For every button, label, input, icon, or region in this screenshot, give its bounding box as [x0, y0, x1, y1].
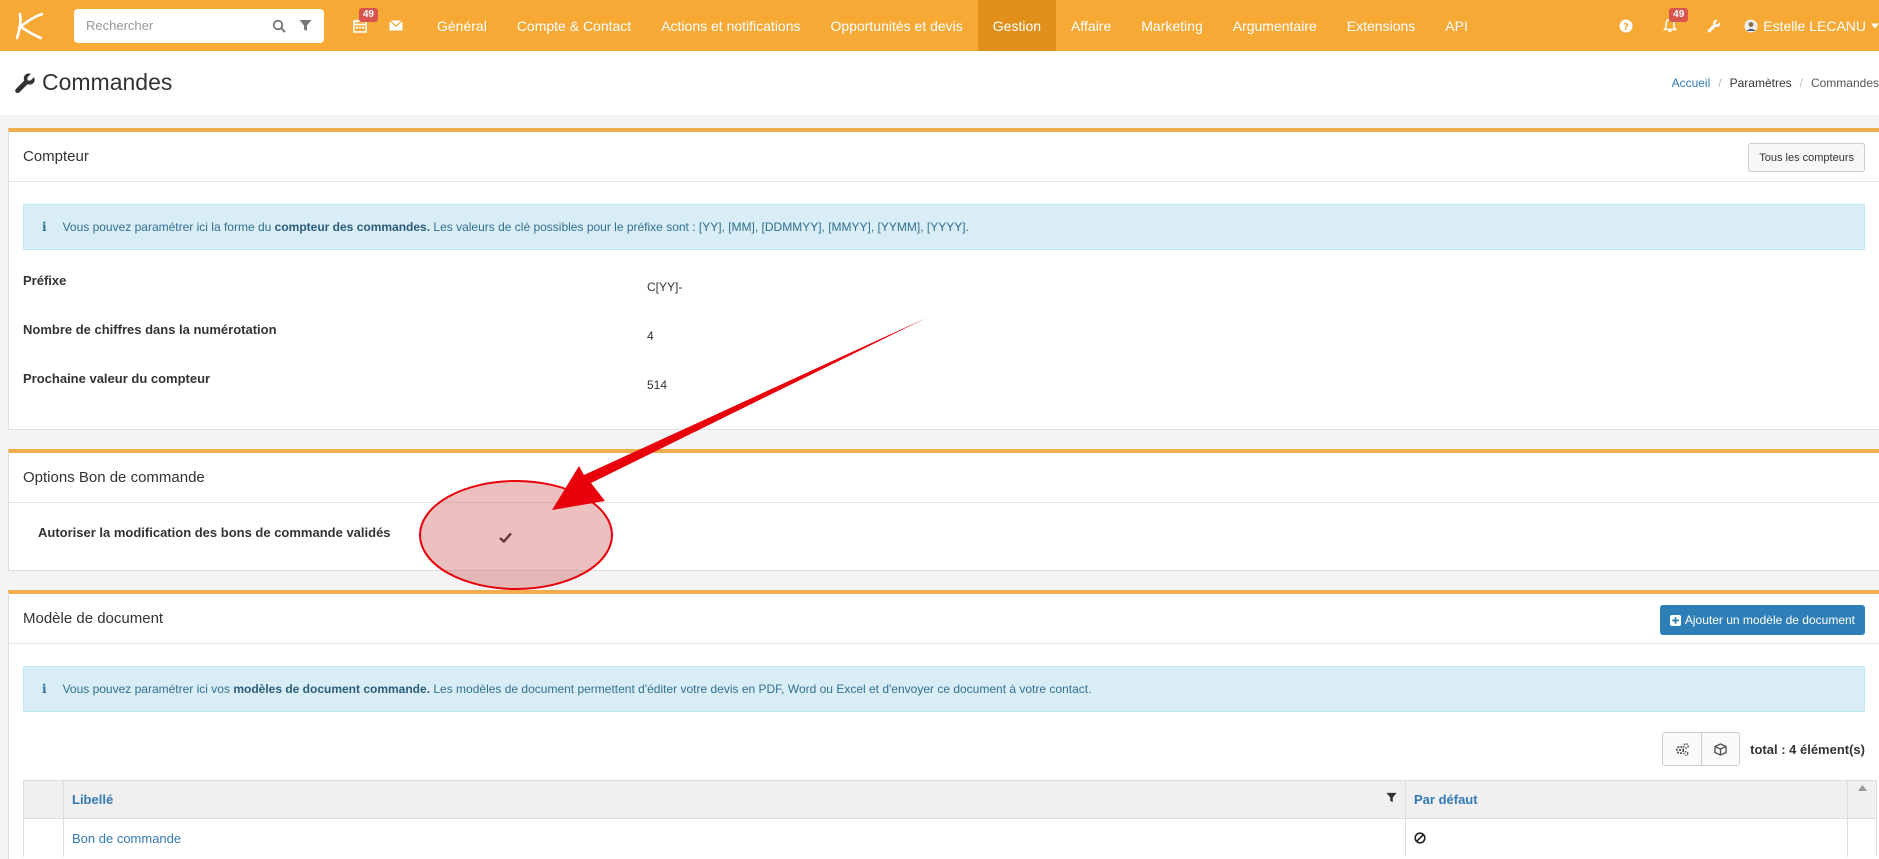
table-row[interactable]: Bon de commande: [24, 819, 1876, 857]
menu-opportunites-devis[interactable]: Opportunités et devis: [816, 0, 978, 51]
mail-nav[interactable]: [378, 0, 414, 51]
digits-label: Nombre de chiffres dans la numérotation: [23, 322, 277, 337]
calendar-nav[interactable]: 49: [342, 0, 378, 51]
export-button[interactable]: [1701, 733, 1740, 765]
prefix-label: Préfixe: [23, 273, 67, 288]
search-input[interactable]: [86, 18, 262, 33]
ban-icon: [1414, 832, 1426, 844]
modele-panel-header: Modèle de document Ajouter un modèle de …: [9, 594, 1879, 644]
caret-down-icon: [1871, 23, 1879, 28]
avatar: [1744, 19, 1758, 32]
menu-gestion[interactable]: Gestion: [977, 0, 1057, 51]
help-icon: ?: [1619, 19, 1633, 32]
next-value-value: 514: [647, 378, 668, 392]
scroll-up-arrow[interactable]: [1848, 781, 1876, 818]
menu-marketing[interactable]: Marketing: [1126, 0, 1217, 51]
breadcrumb-parametres[interactable]: Paramètres: [1730, 76, 1792, 90]
column-filter-icon[interactable]: [1386, 791, 1397, 806]
select-column-header: [24, 781, 64, 818]
cube-icon: [1714, 742, 1727, 756]
top-navbar: 49 Général Compte & Contact Actions et n…: [0, 0, 1879, 51]
options-panel: Options Bon de commande Autoriser la mod…: [8, 449, 1879, 571]
row-libelle-link[interactable]: Bon de commande: [72, 831, 181, 846]
add-document-model-button[interactable]: Ajouter un modèle de document: [1659, 605, 1865, 635]
modele-title: Modèle de document: [23, 610, 164, 627]
total-count: total : 4 élément(s): [1750, 741, 1865, 757]
notifications-button[interactable]: 49: [1648, 0, 1692, 51]
info-icon: i: [42, 220, 47, 234]
search-icon[interactable]: [270, 15, 288, 37]
digits-value: 4: [647, 329, 654, 343]
breadcrumb-commandes: Commandes: [1810, 76, 1879, 90]
column-par-defaut-label: Par défaut: [1414, 792, 1478, 807]
cogs-icon: [1675, 742, 1690, 756]
settings-button[interactable]: [1692, 0, 1736, 51]
compteur-info-alert: i Vous pouvez paramétrer ici la forme du…: [23, 204, 1865, 250]
column-header-libelle[interactable]: Libellé: [64, 781, 1406, 818]
column-libelle-label: Libellé: [72, 792, 114, 807]
compteur-title: Compteur: [23, 148, 89, 165]
column-header-par-defaut[interactable]: Par défaut: [1406, 781, 1848, 818]
breadcrumb-accueil[interactable]: Accueil: [1672, 76, 1711, 90]
allow-modification-check[interactable]: [499, 531, 512, 546]
table-header: Libellé Par défaut: [24, 781, 1876, 819]
all-counters-button[interactable]: Tous les compteurs: [1748, 143, 1865, 172]
table-toolbar: total : 4 élément(s): [1662, 732, 1865, 766]
logo-icon: [15, 12, 44, 39]
wrench-icon: [15, 72, 35, 93]
column-settings-button[interactable]: [1663, 733, 1702, 765]
compteur-info-text: Vous pouvez paramétrer ici la forme du c…: [62, 220, 969, 234]
menu-api[interactable]: API: [1430, 0, 1483, 51]
envelope-icon: [389, 20, 403, 31]
prefix-value: C[YY]-: [647, 280, 683, 294]
options-panel-header: Options Bon de commande: [9, 453, 1879, 503]
checkmark-icon: [499, 532, 512, 544]
modele-info-alert: i Vous pouvez paramétrer ici vos modèles…: [23, 666, 1865, 712]
page-header: Commandes Accueil / Paramètres / Commandes: [0, 51, 1879, 115]
svg-text:?: ?: [1623, 21, 1629, 32]
calendar-badge: 49: [358, 8, 378, 22]
next-value-label: Prochaine valeur du compteur: [23, 371, 211, 386]
modele-info-text: Vous pouvez paramétrer ici vos modèles d…: [62, 682, 1092, 696]
notifications-badge: 49: [1669, 8, 1689, 22]
menu-affaire[interactable]: Affaire: [1056, 0, 1126, 51]
user-name: Estelle LECANU: [1763, 17, 1866, 34]
document-models-table: Libellé Par défaut Bon de commande: [23, 780, 1877, 857]
help-button[interactable]: ?: [1604, 0, 1648, 51]
user-menu[interactable]: Estelle LECANU: [1736, 18, 1879, 34]
page-title: Commandes: [14, 69, 172, 96]
menu-actions-notifications[interactable]: Actions et notifications: [646, 0, 815, 51]
breadcrumb: Accueil / Paramètres / Commandes: [1671, 76, 1879, 90]
app-logo[interactable]: [0, 0, 56, 51]
wrench-icon: [1708, 19, 1721, 32]
table-tool-buttons: [1662, 732, 1741, 766]
compteur-panel: Compteur Tous les compteurs i Vous pouve…: [8, 128, 1879, 430]
options-title: Options Bon de commande: [23, 469, 205, 486]
compteur-panel-header: Compteur Tous les compteurs: [9, 132, 1879, 182]
menu-extensions[interactable]: Extensions: [1332, 0, 1430, 51]
main-menu: Général Compte & Contact Actions et noti…: [422, 0, 1483, 51]
menu-compte-contact[interactable]: Compte & Contact: [502, 0, 646, 51]
menu-general[interactable]: Général: [422, 0, 502, 51]
plus-square-icon: [1669, 614, 1681, 626]
search-box: [74, 8, 324, 43]
allow-modification-label: Autoriser la modification des bons de co…: [38, 525, 391, 540]
menu-argumentaire[interactable]: Argumentaire: [1218, 0, 1332, 51]
filter-icon[interactable]: [296, 15, 314, 37]
page-title-text: Commandes: [42, 69, 173, 95]
modele-panel: Modèle de document Ajouter un modèle de …: [8, 590, 1879, 859]
caret-up-icon: [1857, 785, 1867, 791]
info-icon: i: [42, 682, 47, 696]
navbar-right: ? 49 Estelle LECANU: [1604, 0, 1879, 51]
